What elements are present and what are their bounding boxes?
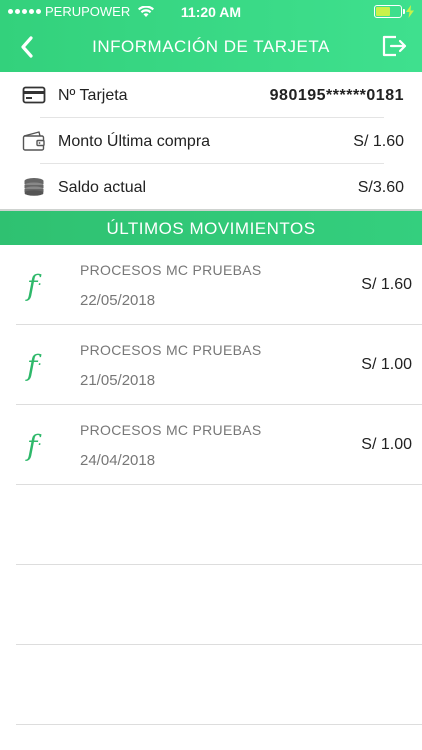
movement-amount: S/ 1.60 bbox=[361, 276, 412, 293]
movement-amount: S/ 1.00 bbox=[361, 356, 412, 373]
last-purchase-label: Monto Última compra bbox=[58, 133, 211, 150]
movement-item[interactable]: f· PROCESOS MC PRUEBAS 22/05/2018 S/ 1.6… bbox=[0, 245, 422, 325]
movement-date: 22/05/2018 bbox=[80, 292, 156, 309]
page-title: INFORMACIÓN DE TARJETA bbox=[92, 37, 330, 56]
top-bar: PERUPOWER 11:20 AM INFORMACIÓN DE TARJET… bbox=[0, 0, 422, 72]
movement-item[interactable]: f· PROCESOS MC PRUEBAS 21/05/2018 S/ 1.0… bbox=[0, 325, 422, 405]
logout-button[interactable] bbox=[380, 32, 408, 60]
movement-date: 21/05/2018 bbox=[80, 372, 156, 389]
merchant-logo-icon: f· bbox=[27, 429, 42, 462]
empty-row bbox=[0, 565, 422, 645]
movement-merchant: PROCESOS MC PRUEBAS bbox=[80, 422, 262, 438]
charging-icon bbox=[406, 5, 414, 18]
merchant-logo-icon: f· bbox=[27, 349, 42, 382]
card-number-value: 980195******0181 bbox=[269, 87, 404, 104]
balance-row: Saldo actual S/3.60 bbox=[0, 164, 422, 210]
movement-item[interactable]: f· PROCESOS MC PRUEBAS 24/04/2018 S/ 1.0… bbox=[0, 405, 422, 485]
battery-icon bbox=[374, 5, 405, 18]
movement-amount: S/ 1.00 bbox=[361, 436, 412, 453]
empty-list-area bbox=[0, 485, 422, 725]
status-time: 11:20 AM bbox=[180, 4, 242, 20]
movements-header: ÚLTIMOS MOVIMIENTOS bbox=[0, 209, 422, 245]
balance-label: Saldo actual bbox=[58, 179, 147, 196]
last-purchase-row: Monto Última compra S/ 1.60 bbox=[0, 118, 422, 164]
merchant-logo-icon: f· bbox=[27, 269, 42, 302]
credit-card-icon bbox=[22, 86, 46, 104]
empty-row bbox=[0, 485, 422, 565]
nav-header: INFORMACIÓN DE TARJETA bbox=[0, 24, 422, 72]
movement-merchant: PROCESOS MC PRUEBAS bbox=[80, 342, 262, 358]
movements-list: f· PROCESOS MC PRUEBAS 22/05/2018 S/ 1.6… bbox=[0, 245, 422, 485]
card-number-row: Nº Tarjeta 980195******0181 bbox=[0, 72, 422, 118]
card-number-label: Nº Tarjeta bbox=[58, 87, 128, 104]
wallet-icon bbox=[22, 131, 45, 151]
balance-value: S/3.60 bbox=[357, 179, 404, 196]
movement-date: 24/04/2018 bbox=[80, 452, 156, 469]
card-info: Nº Tarjeta 980195******0181 Monto Última… bbox=[0, 72, 422, 210]
movement-merchant: PROCESOS MC PRUEBAS bbox=[80, 262, 262, 278]
empty-row bbox=[0, 645, 422, 725]
status-bar: PERUPOWER 11:20 AM bbox=[0, 0, 422, 24]
last-purchase-value: S/ 1.60 bbox=[353, 133, 404, 150]
divider bbox=[16, 724, 422, 725]
coins-icon bbox=[24, 178, 44, 196]
